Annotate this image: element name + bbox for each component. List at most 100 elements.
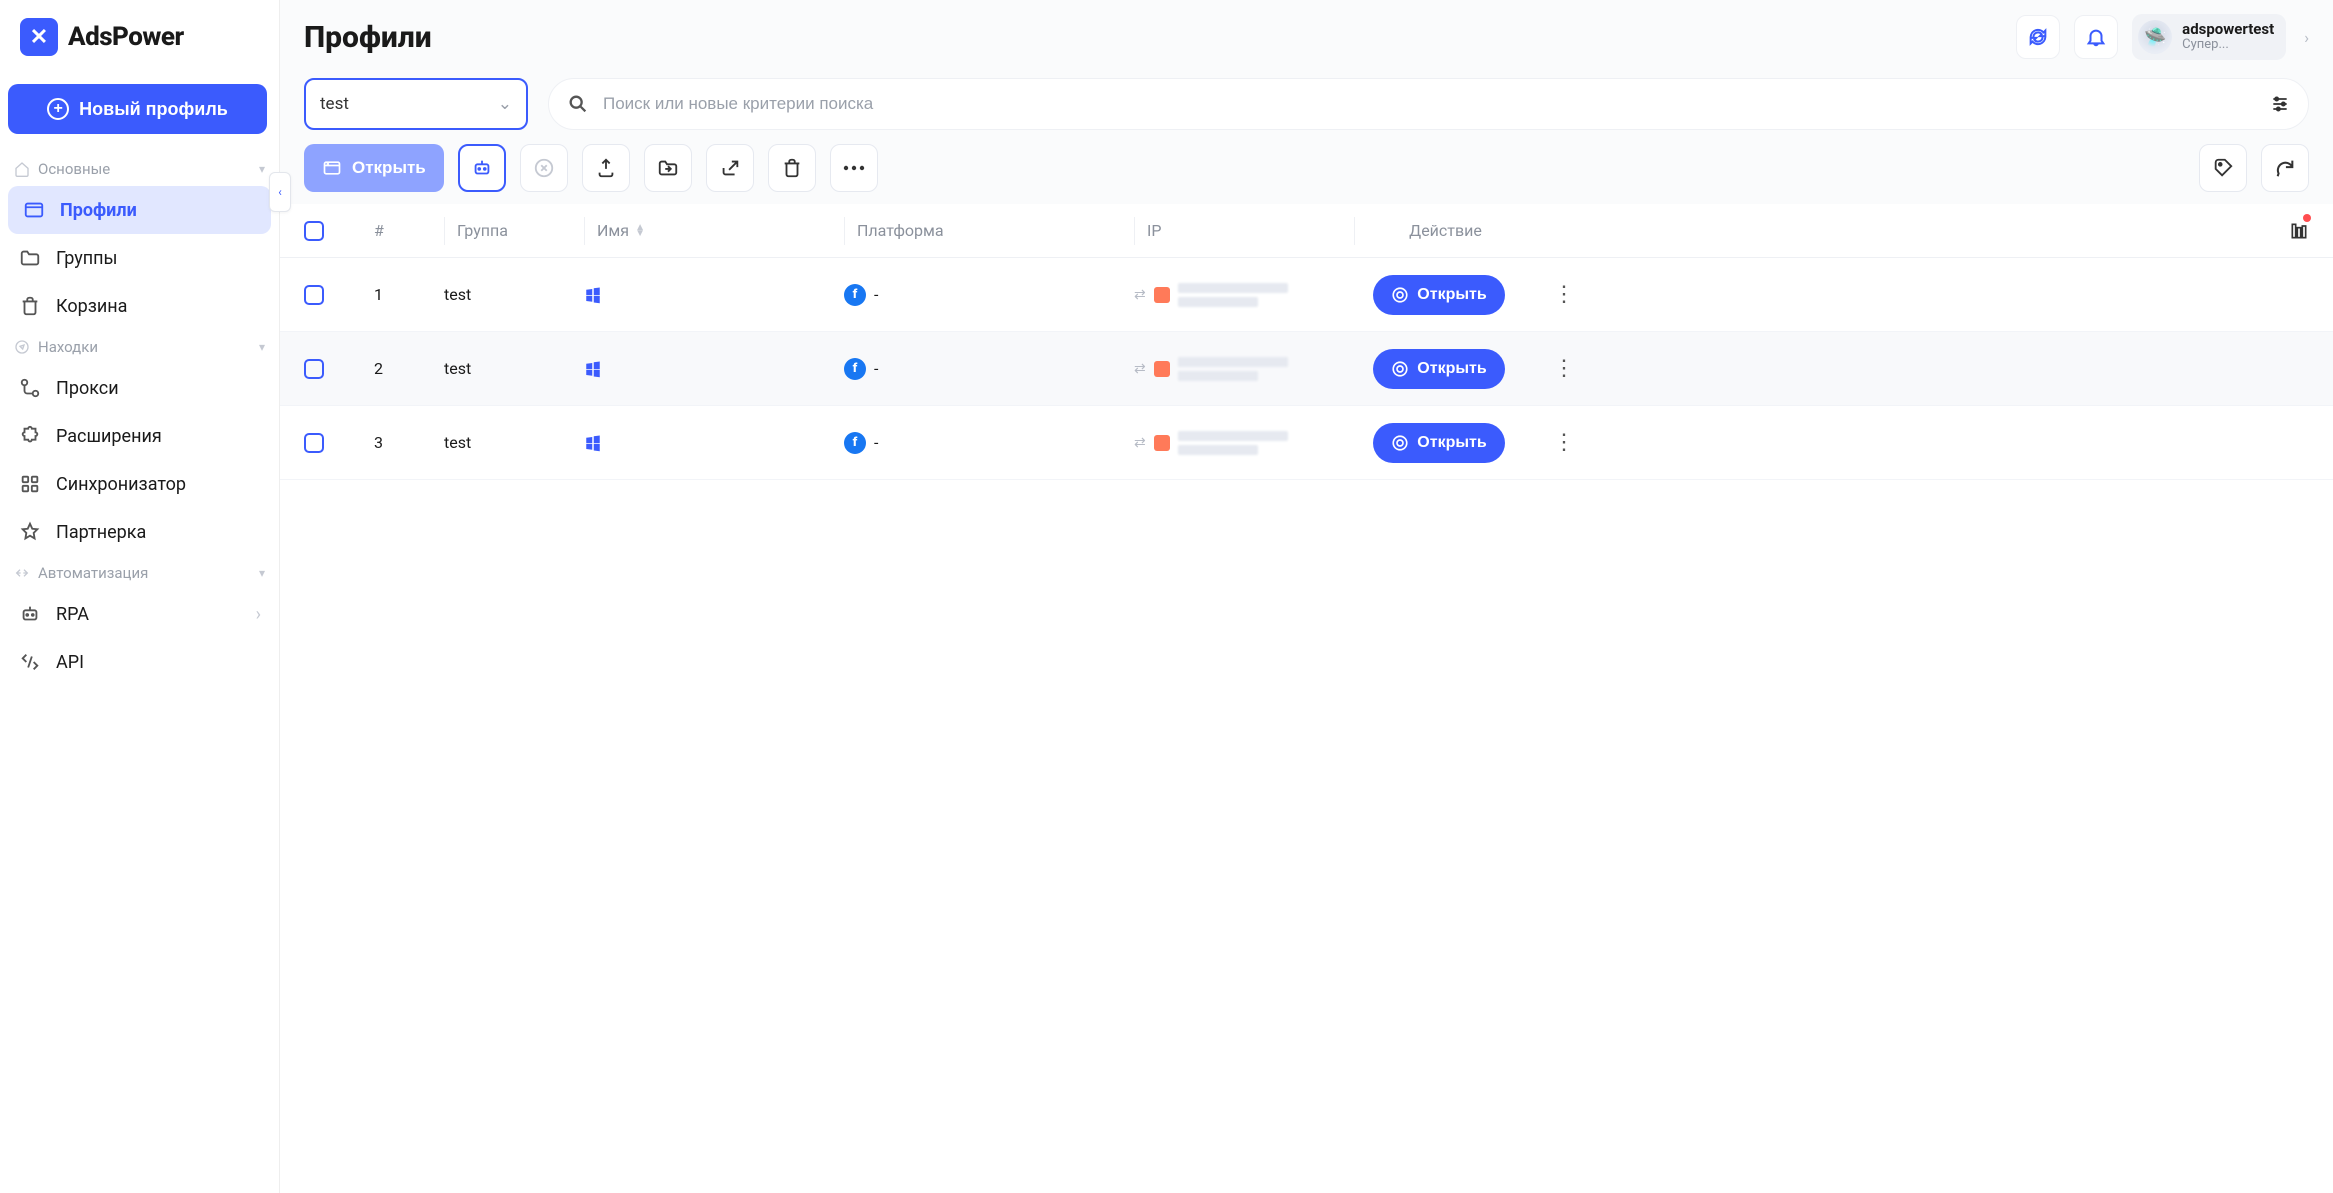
toolbar-move-button[interactable]: [644, 144, 692, 192]
puzzle-icon: [18, 424, 42, 448]
page-title: Профили: [304, 20, 432, 55]
row-index: 3: [374, 433, 444, 452]
toolbar-rpa-button[interactable]: [458, 144, 506, 192]
notification-dot-icon: [2303, 214, 2311, 222]
section-header-automation[interactable]: Автоматизация ▾: [0, 556, 279, 590]
sidebar-item-trash[interactable]: Корзина: [0, 282, 279, 330]
sidebar-item-affiliate[interactable]: Партнерка: [0, 508, 279, 556]
ip-cell[interactable]: ⇄: [1134, 283, 1354, 307]
toolbar-more-button[interactable]: [830, 144, 878, 192]
main-content: Профили 🛸 adspowertest Супер... ›: [280, 0, 2333, 1193]
column-action: Действие: [1354, 217, 1524, 245]
platform-text: -: [874, 285, 878, 304]
swap-icon: ⇄: [1134, 287, 1146, 303]
ip-cell[interactable]: ⇄: [1134, 357, 1354, 381]
column-config-icon[interactable]: [2289, 221, 2309, 241]
sidebar-item-rpa[interactable]: RPA ›: [0, 590, 279, 638]
row-open-button[interactable]: Открыть: [1373, 423, 1504, 463]
sidebar-item-extensions[interactable]: Расширения: [0, 412, 279, 460]
row-group: test: [444, 285, 584, 304]
proxy-icon: [18, 376, 42, 400]
profiles-icon: [22, 198, 46, 222]
toolbar-delete-button[interactable]: [768, 144, 816, 192]
row-more-button[interactable]: ⋮: [1524, 282, 1604, 307]
sync-button[interactable]: [2016, 15, 2060, 59]
user-name: adspowertest: [2182, 21, 2274, 38]
row-checkbox[interactable]: [304, 285, 324, 305]
table-header: # Группа Имя ▲▼ Платформа IP Действие: [280, 204, 2333, 258]
facebook-icon: f: [844, 284, 866, 306]
swap-icon: ⇄: [1134, 361, 1146, 377]
chevron-right-icon[interactable]: ›: [2304, 28, 2309, 47]
toolbar-tags-button[interactable]: [2199, 144, 2247, 192]
table-row: 1 test f- ⇄ Открыть ⋮: [280, 258, 2333, 332]
platform-text: -: [874, 359, 878, 378]
table-row: 3 test f- ⇄ Открыть ⋮: [280, 406, 2333, 480]
row-open-button[interactable]: Открыть: [1373, 349, 1504, 389]
column-name[interactable]: Имя ▲▼: [584, 217, 844, 245]
sidebar-item-label: API: [56, 652, 84, 673]
column-group[interactable]: Группа: [444, 217, 584, 245]
sidebar-item-proxy[interactable]: Прокси: [0, 364, 279, 412]
trash-icon: [18, 294, 42, 318]
facebook-icon: f: [844, 358, 866, 380]
sidebar-item-profiles[interactable]: Профили: [8, 186, 271, 234]
flag-icon: [1154, 287, 1170, 303]
search-input[interactable]: [603, 94, 2256, 114]
column-platform[interactable]: Платформа: [844, 217, 1134, 245]
row-index: 2: [374, 359, 444, 378]
sidebar-item-label: Группы: [56, 248, 118, 269]
select-all-checkbox[interactable]: [304, 221, 324, 241]
section-header-main[interactable]: Основные ▾: [0, 152, 279, 186]
sidebar-item-label: Синхронизатор: [56, 474, 186, 495]
new-profile-button[interactable]: + Новый профиль: [8, 84, 267, 134]
notifications-button[interactable]: [2074, 15, 2118, 59]
flag-icon: [1154, 361, 1170, 377]
sidebar-item-api[interactable]: API: [0, 638, 279, 686]
toolbar-open-button[interactable]: Открыть: [304, 144, 444, 192]
sidebar-item-label: Расширения: [56, 426, 162, 447]
flag-icon: [1154, 435, 1170, 451]
row-more-button[interactable]: ⋮: [1524, 430, 1604, 455]
row-group: test: [444, 433, 584, 452]
search-field-wrap: [548, 78, 2309, 130]
api-icon: [18, 650, 42, 674]
row-more-button[interactable]: ⋮: [1524, 356, 1604, 381]
toolbar-share-button[interactable]: [706, 144, 754, 192]
group-select[interactable]: test ⌄: [304, 78, 528, 130]
toolbar-refresh-button[interactable]: [2261, 144, 2309, 192]
sidebar-item-label: RPA: [56, 604, 89, 625]
chevron-down-icon: ⌄: [498, 94, 512, 114]
ip-cell[interactable]: ⇄: [1134, 431, 1354, 455]
sidebar-item-sync[interactable]: Синхронизатор: [0, 460, 279, 508]
column-index[interactable]: #: [374, 217, 444, 245]
robot-icon: [18, 602, 42, 626]
logo[interactable]: ✕ AdsPower: [0, 0, 279, 66]
chevron-down-icon: ▾: [259, 162, 265, 176]
toolbar-export-button[interactable]: [582, 144, 630, 192]
toolbar-close-button[interactable]: [520, 144, 568, 192]
chevron-down-icon: ▾: [259, 566, 265, 580]
section-header-finds[interactable]: Находки ▾: [0, 330, 279, 364]
row-open-button[interactable]: Открыть: [1373, 275, 1504, 315]
row-checkbox[interactable]: [304, 433, 324, 453]
automation-icon: [14, 565, 30, 581]
sync-icon: [18, 472, 42, 496]
star-icon: [18, 520, 42, 544]
sidebar-item-label: Корзина: [56, 296, 127, 317]
toolbar: Открыть: [280, 144, 2333, 204]
sidebar-item-groups[interactable]: Группы: [0, 234, 279, 282]
compass-icon: [14, 339, 30, 355]
row-index: 1: [374, 285, 444, 304]
windows-icon: [584, 286, 844, 304]
filter-settings-icon[interactable]: [2270, 94, 2290, 114]
sort-icon: ▲▼: [635, 225, 645, 237]
facebook-icon: f: [844, 432, 866, 454]
user-menu[interactable]: 🛸 adspowertest Супер...: [2132, 14, 2286, 60]
group-select-value: test: [320, 94, 349, 114]
column-ip[interactable]: IP: [1134, 217, 1354, 245]
chevron-down-icon: ▾: [259, 340, 265, 354]
windows-icon: [584, 434, 844, 452]
row-group: test: [444, 359, 584, 378]
row-checkbox[interactable]: [304, 359, 324, 379]
